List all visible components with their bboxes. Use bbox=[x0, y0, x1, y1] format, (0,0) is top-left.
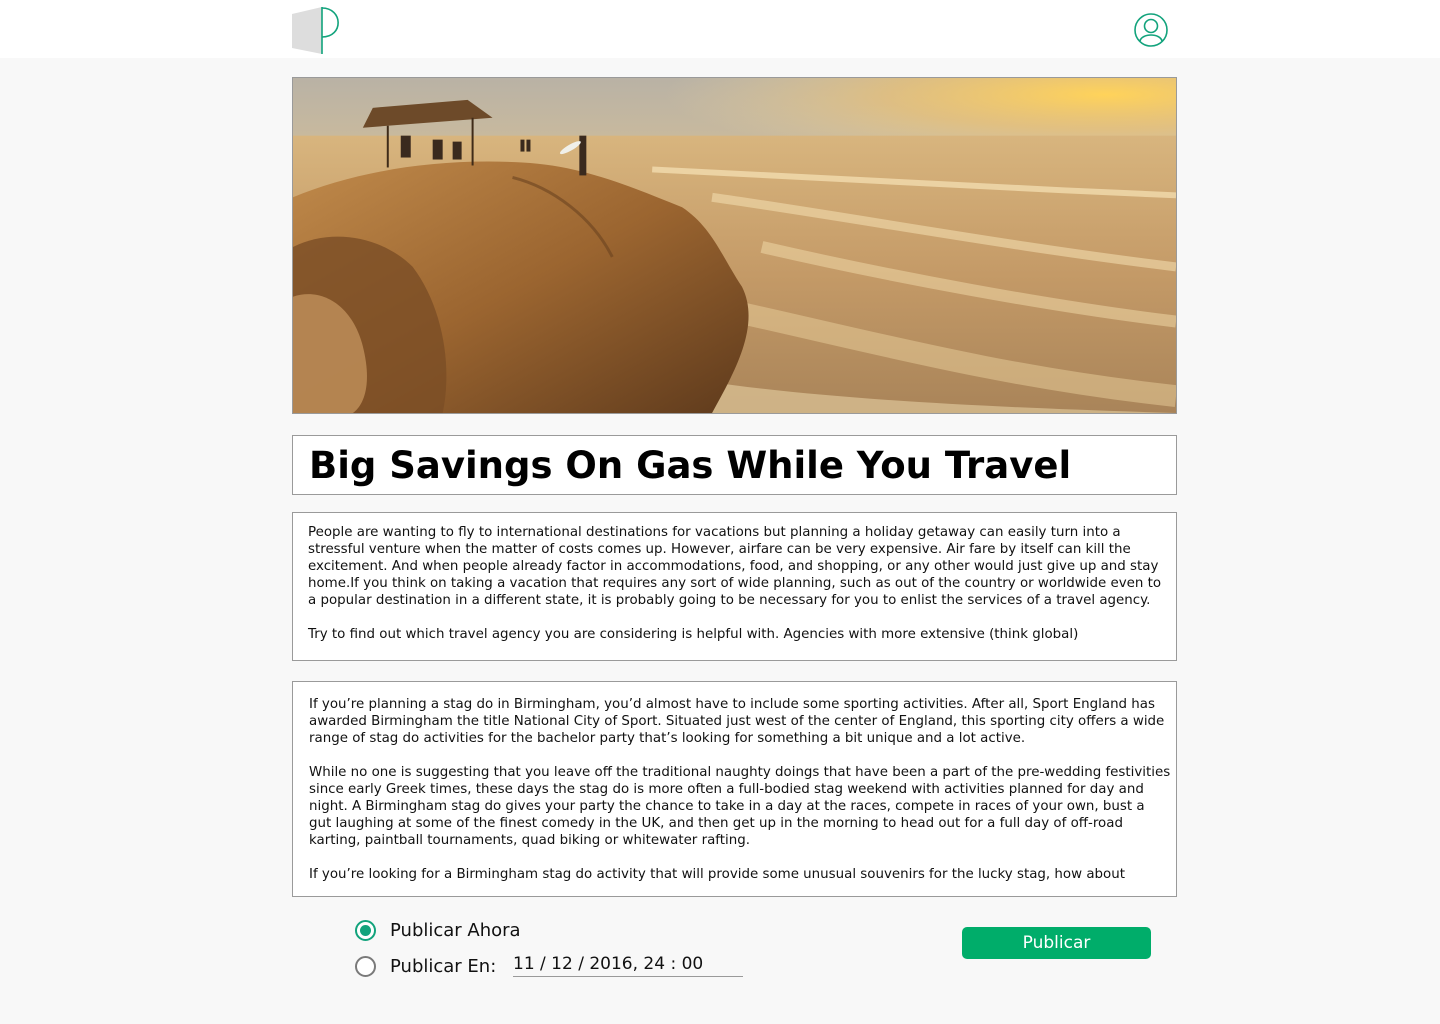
publish-button[interactable]: Publicar bbox=[962, 927, 1151, 959]
hero-image bbox=[292, 77, 1177, 414]
publish-now-label: Publicar Ahora bbox=[390, 919, 521, 941]
secondary-body-paragraph: If you’re looking for a Birmingham stag … bbox=[309, 867, 1125, 882]
secondary-body-paragraph: While no one is suggesting that you leav… bbox=[309, 765, 1171, 848]
secondary-body-paragraph: If you’re planning a stag do in Birmingh… bbox=[309, 697, 1165, 746]
publish-at-option[interactable]: Publicar En: bbox=[355, 955, 496, 977]
document-p-logo-icon[interactable] bbox=[292, 7, 342, 55]
post-body-paragraph: People are wanting to fly to internation… bbox=[308, 525, 1162, 608]
publish-at-label: Publicar En: bbox=[390, 955, 497, 977]
post-body-editor[interactable]: People are wanting to fly to internation… bbox=[292, 512, 1177, 661]
post-title: Big Savings On Gas While You Travel bbox=[309, 444, 1072, 487]
publish-at-radio[interactable] bbox=[355, 955, 376, 977]
publish-now-option[interactable]: Publicar Ahora bbox=[355, 919, 521, 941]
post-body-paragraph: Try to find out which travel agency you … bbox=[308, 627, 1079, 642]
user-avatar-icon[interactable] bbox=[1133, 12, 1169, 48]
publish-now-radio[interactable] bbox=[355, 919, 376, 941]
publish-datetime-input[interactable] bbox=[513, 952, 743, 977]
post-secondary-editor[interactable]: If you’re planning a stag do in Birmingh… bbox=[292, 681, 1177, 897]
top-bar bbox=[0, 0, 1440, 58]
post-title-field[interactable]: Big Savings On Gas While You Travel bbox=[292, 435, 1177, 495]
